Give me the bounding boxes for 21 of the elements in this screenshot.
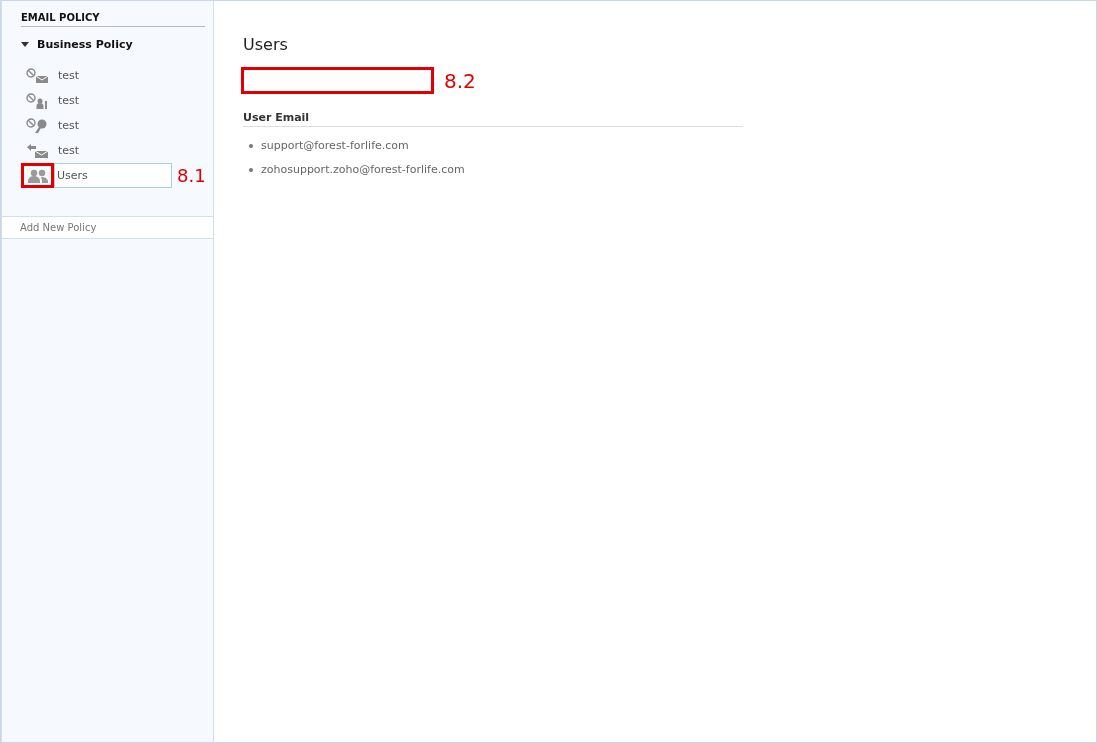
bullet-icon bbox=[249, 143, 253, 148]
policy-item[interactable]: test bbox=[55, 63, 173, 88]
user-email: zohosupport.zoho@forest-forlife.com bbox=[261, 163, 465, 176]
bullet-icon bbox=[249, 167, 253, 172]
page-title: Users bbox=[243, 35, 289, 54]
callout-number: 8.2 bbox=[444, 68, 476, 93]
callout-number: 8.1 bbox=[177, 165, 206, 186]
blocked-mail-icon bbox=[26, 67, 50, 84]
policy-item[interactable]: test bbox=[55, 88, 173, 113]
policy-item[interactable]: test bbox=[55, 138, 173, 163]
policy-group-toggle[interactable]: Business Policy bbox=[21, 38, 213, 51]
users-icon bbox=[25, 167, 50, 184]
policy-item[interactable]: test bbox=[55, 113, 173, 138]
caret-icon bbox=[21, 42, 29, 47]
reply-mail-icon bbox=[26, 142, 50, 159]
add-policy-link[interactable]: Add New Policy bbox=[2, 216, 213, 239]
blocked-person-icon bbox=[26, 92, 50, 109]
user-email: support@forest-forlife.com bbox=[261, 139, 409, 152]
section-heading: User Email bbox=[243, 111, 743, 127]
policy-item[interactable]: Users bbox=[54, 163, 172, 188]
sidebar-heading: EMAIL POLICY bbox=[21, 12, 205, 27]
